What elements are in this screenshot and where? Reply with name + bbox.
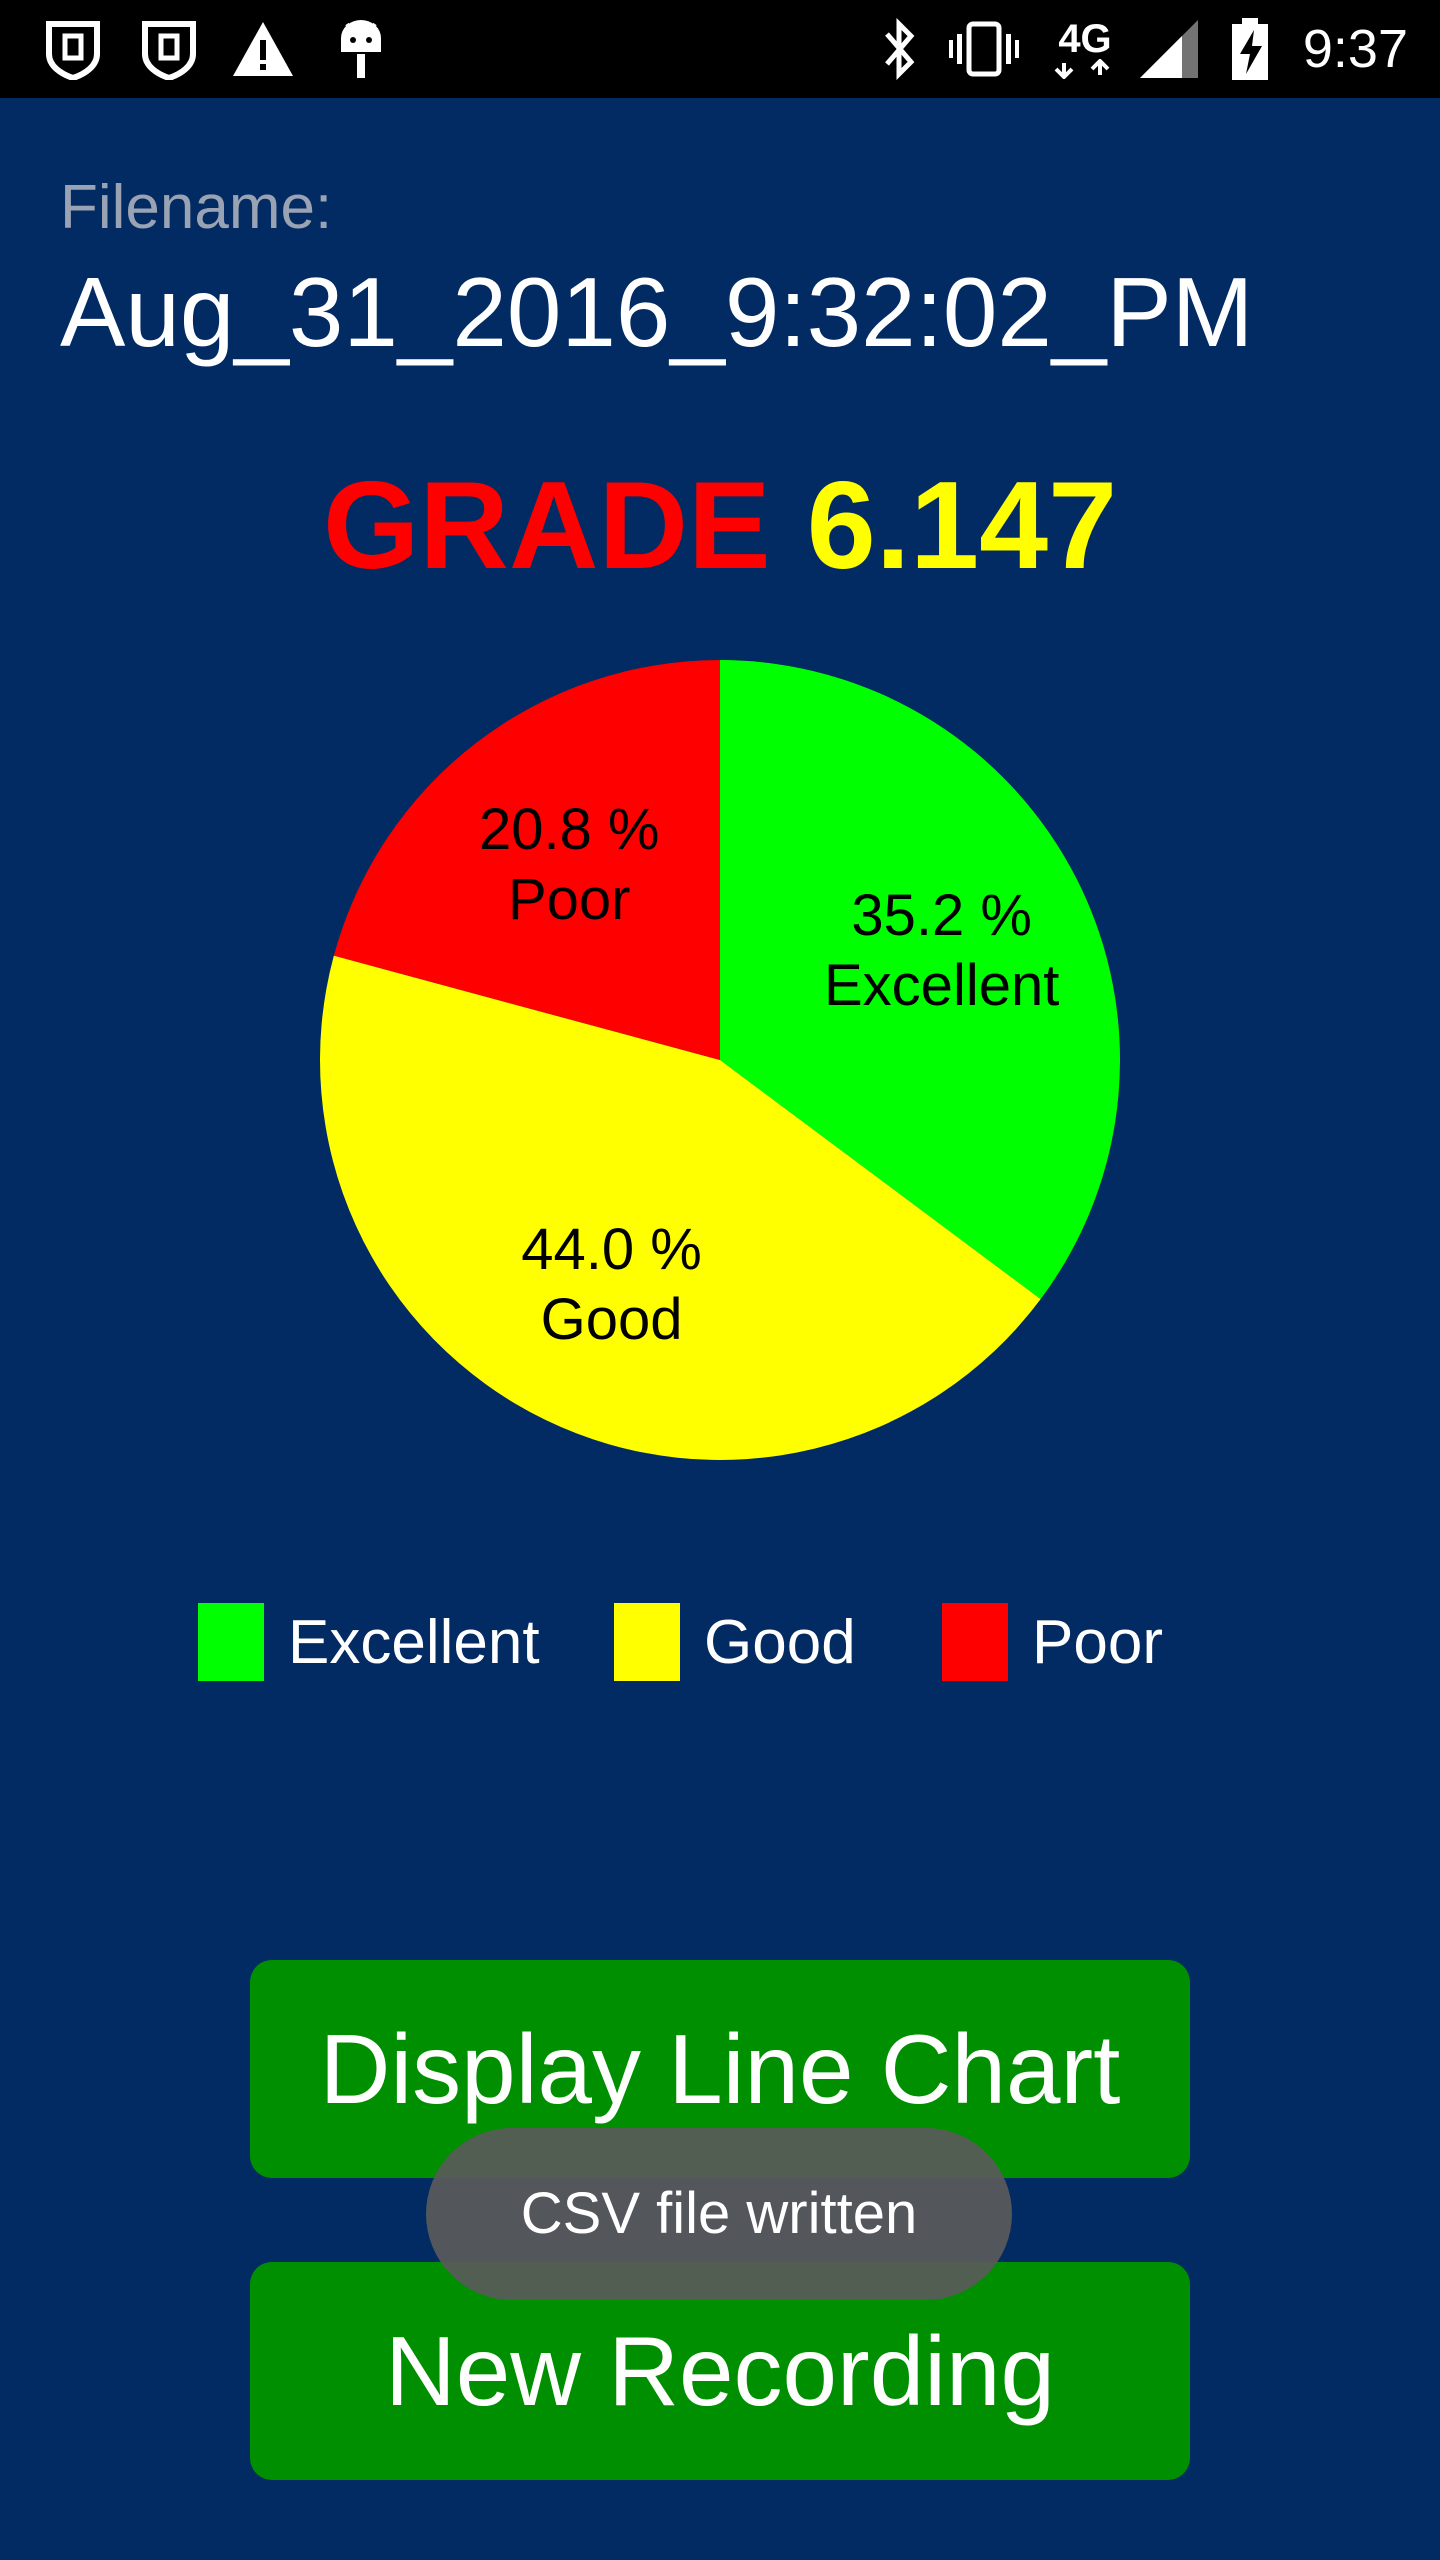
legend-swatch: [942, 1603, 1008, 1681]
pie-value-label: 20.8 %: [479, 797, 660, 862]
pie-value-label: 35.2 %: [851, 883, 1032, 948]
legend-label: Excellent: [288, 1607, 540, 1677]
chart-legend: Excellent Good Poor: [0, 1600, 1440, 1684]
pie-category-label: Excellent: [824, 953, 1059, 1018]
legend-item-excellent: Excellent: [198, 1600, 540, 1684]
legend-item-poor: Poor: [942, 1600, 1163, 1684]
legend-label: Poor: [1032, 1607, 1163, 1677]
legend-swatch: [614, 1603, 680, 1681]
legend-label: Good: [704, 1607, 856, 1677]
pie-category-label: Good: [541, 1287, 683, 1352]
legend-item-good: Good: [614, 1600, 856, 1684]
legend-swatch: [198, 1603, 264, 1681]
grade-pie-chart: 35.2 %Excellent 44.0 %Good 20.8 %Poor: [320, 660, 1120, 1460]
pie-category-label: Poor: [508, 867, 631, 932]
pie-value-label: 44.0 %: [521, 1217, 702, 1282]
toast-message: CSV file written: [426, 2128, 1012, 2300]
